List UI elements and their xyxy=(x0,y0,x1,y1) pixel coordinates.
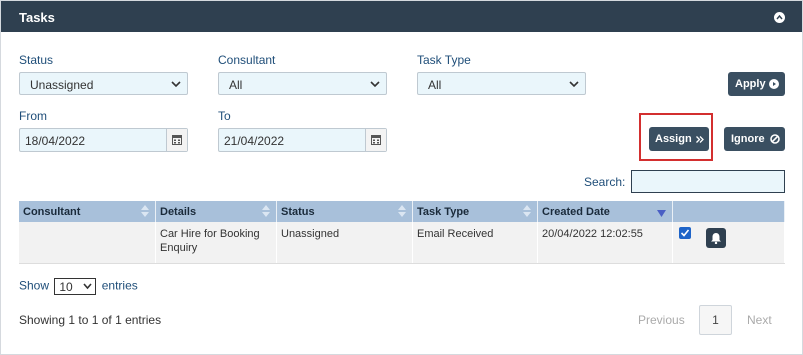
cell-status: Unassigned xyxy=(276,222,413,264)
col-status-header[interactable]: Status xyxy=(276,201,413,222)
page-size-select[interactable]: 10 xyxy=(54,278,97,295)
col-consultant-label: Consultant xyxy=(23,205,81,218)
col-details-label: Details xyxy=(160,205,197,218)
page-size-control: Show 10 entries xyxy=(19,278,138,295)
task-type-select[interactable]: All xyxy=(417,72,586,95)
sort-icon xyxy=(262,205,270,217)
cell-details: Car Hire for Booking Enquiry xyxy=(155,222,277,264)
to-date-value: 21/04/2022 xyxy=(224,134,285,148)
table-header-row: Consultant Details Status Task Type Crea… xyxy=(19,201,785,222)
chevron-down-icon xyxy=(370,81,380,88)
double-chevron-right-icon xyxy=(696,136,704,143)
col-consultant-header[interactable]: Consultant xyxy=(19,201,156,222)
table-row[interactable]: Car Hire for Booking Enquiry Unassigned … xyxy=(19,222,785,264)
calendar-icon xyxy=(371,135,381,145)
checkmark-icon xyxy=(681,229,689,237)
assign-button[interactable]: Assign xyxy=(649,127,709,151)
row-select-checkbox[interactable] xyxy=(679,227,691,239)
chevron-up-icon xyxy=(776,14,783,20)
chevron-down-icon xyxy=(83,283,92,290)
status-select-value: Unassigned xyxy=(30,78,94,92)
panel-header: Tasks xyxy=(1,1,802,32)
show-prefix: Show xyxy=(19,278,50,293)
col-created-date-header[interactable]: Created Date xyxy=(537,201,673,222)
consultant-select-value: All xyxy=(229,78,243,92)
notify-button[interactable] xyxy=(706,228,726,248)
bell-icon xyxy=(711,233,721,244)
chevron-down-icon xyxy=(569,81,579,88)
status-select[interactable]: Unassigned xyxy=(19,72,188,95)
to-date-input[interactable]: 21/04/2022 xyxy=(218,128,387,152)
show-suffix: entries xyxy=(101,278,138,293)
to-label: To xyxy=(218,109,231,123)
apply-button[interactable]: Apply xyxy=(728,72,785,96)
from-date-value: 18/04/2022 xyxy=(25,134,86,148)
previous-page-button[interactable]: Previous xyxy=(638,305,685,335)
sort-icon xyxy=(523,205,531,217)
cell-actions xyxy=(672,222,785,264)
search-input[interactable] xyxy=(631,170,785,193)
calendar-icon xyxy=(172,135,182,145)
search-label: Search: xyxy=(584,175,626,189)
next-page-button[interactable]: Next xyxy=(747,305,772,335)
col-created-date-label: Created Date xyxy=(542,205,610,218)
col-details-header[interactable]: Details xyxy=(155,201,277,222)
col-task-type-header[interactable]: Task Type xyxy=(412,201,538,222)
consultant-label: Consultant xyxy=(218,53,276,67)
play-circle-icon xyxy=(769,79,779,89)
cell-task-type: Email Received xyxy=(412,222,538,264)
cell-created-date: 20/04/2022 12:02:55 xyxy=(537,222,673,264)
col-actions-header xyxy=(672,201,785,222)
tasks-panel: Tasks Status Unassigned Consultant All T… xyxy=(0,0,803,355)
page-size-value: 10 xyxy=(59,280,73,294)
cell-consultant xyxy=(19,222,156,264)
consultant-select[interactable]: All xyxy=(218,72,387,95)
panel-title: Tasks xyxy=(19,10,55,25)
to-calendar-button[interactable] xyxy=(365,129,386,151)
from-label: From xyxy=(19,109,47,123)
sort-desc-icon xyxy=(657,210,666,217)
ignore-button-label: Ignore xyxy=(731,133,765,145)
col-status-label: Status xyxy=(281,205,315,218)
status-label: Status xyxy=(19,53,54,67)
ban-icon xyxy=(770,134,780,144)
apply-button-label: Apply xyxy=(735,78,766,90)
assign-button-label: Assign xyxy=(655,133,692,145)
page-1-button[interactable]: 1 xyxy=(699,305,732,335)
task-type-select-value: All xyxy=(428,78,442,92)
ignore-button[interactable]: Ignore xyxy=(724,127,785,151)
sort-icon xyxy=(398,205,406,217)
col-task-type-label: Task Type xyxy=(417,205,470,218)
sort-icon xyxy=(141,205,149,217)
task-type-label: Task Type xyxy=(417,53,471,67)
from-calendar-button[interactable] xyxy=(166,129,187,151)
pagination-info: Showing 1 to 1 of 1 entries xyxy=(19,313,162,327)
chevron-down-icon xyxy=(171,81,181,88)
tasks-table: Consultant Details Status Task Type Crea… xyxy=(19,201,785,264)
collapse-button[interactable] xyxy=(774,12,785,23)
from-date-input[interactable]: 18/04/2022 xyxy=(19,128,188,152)
